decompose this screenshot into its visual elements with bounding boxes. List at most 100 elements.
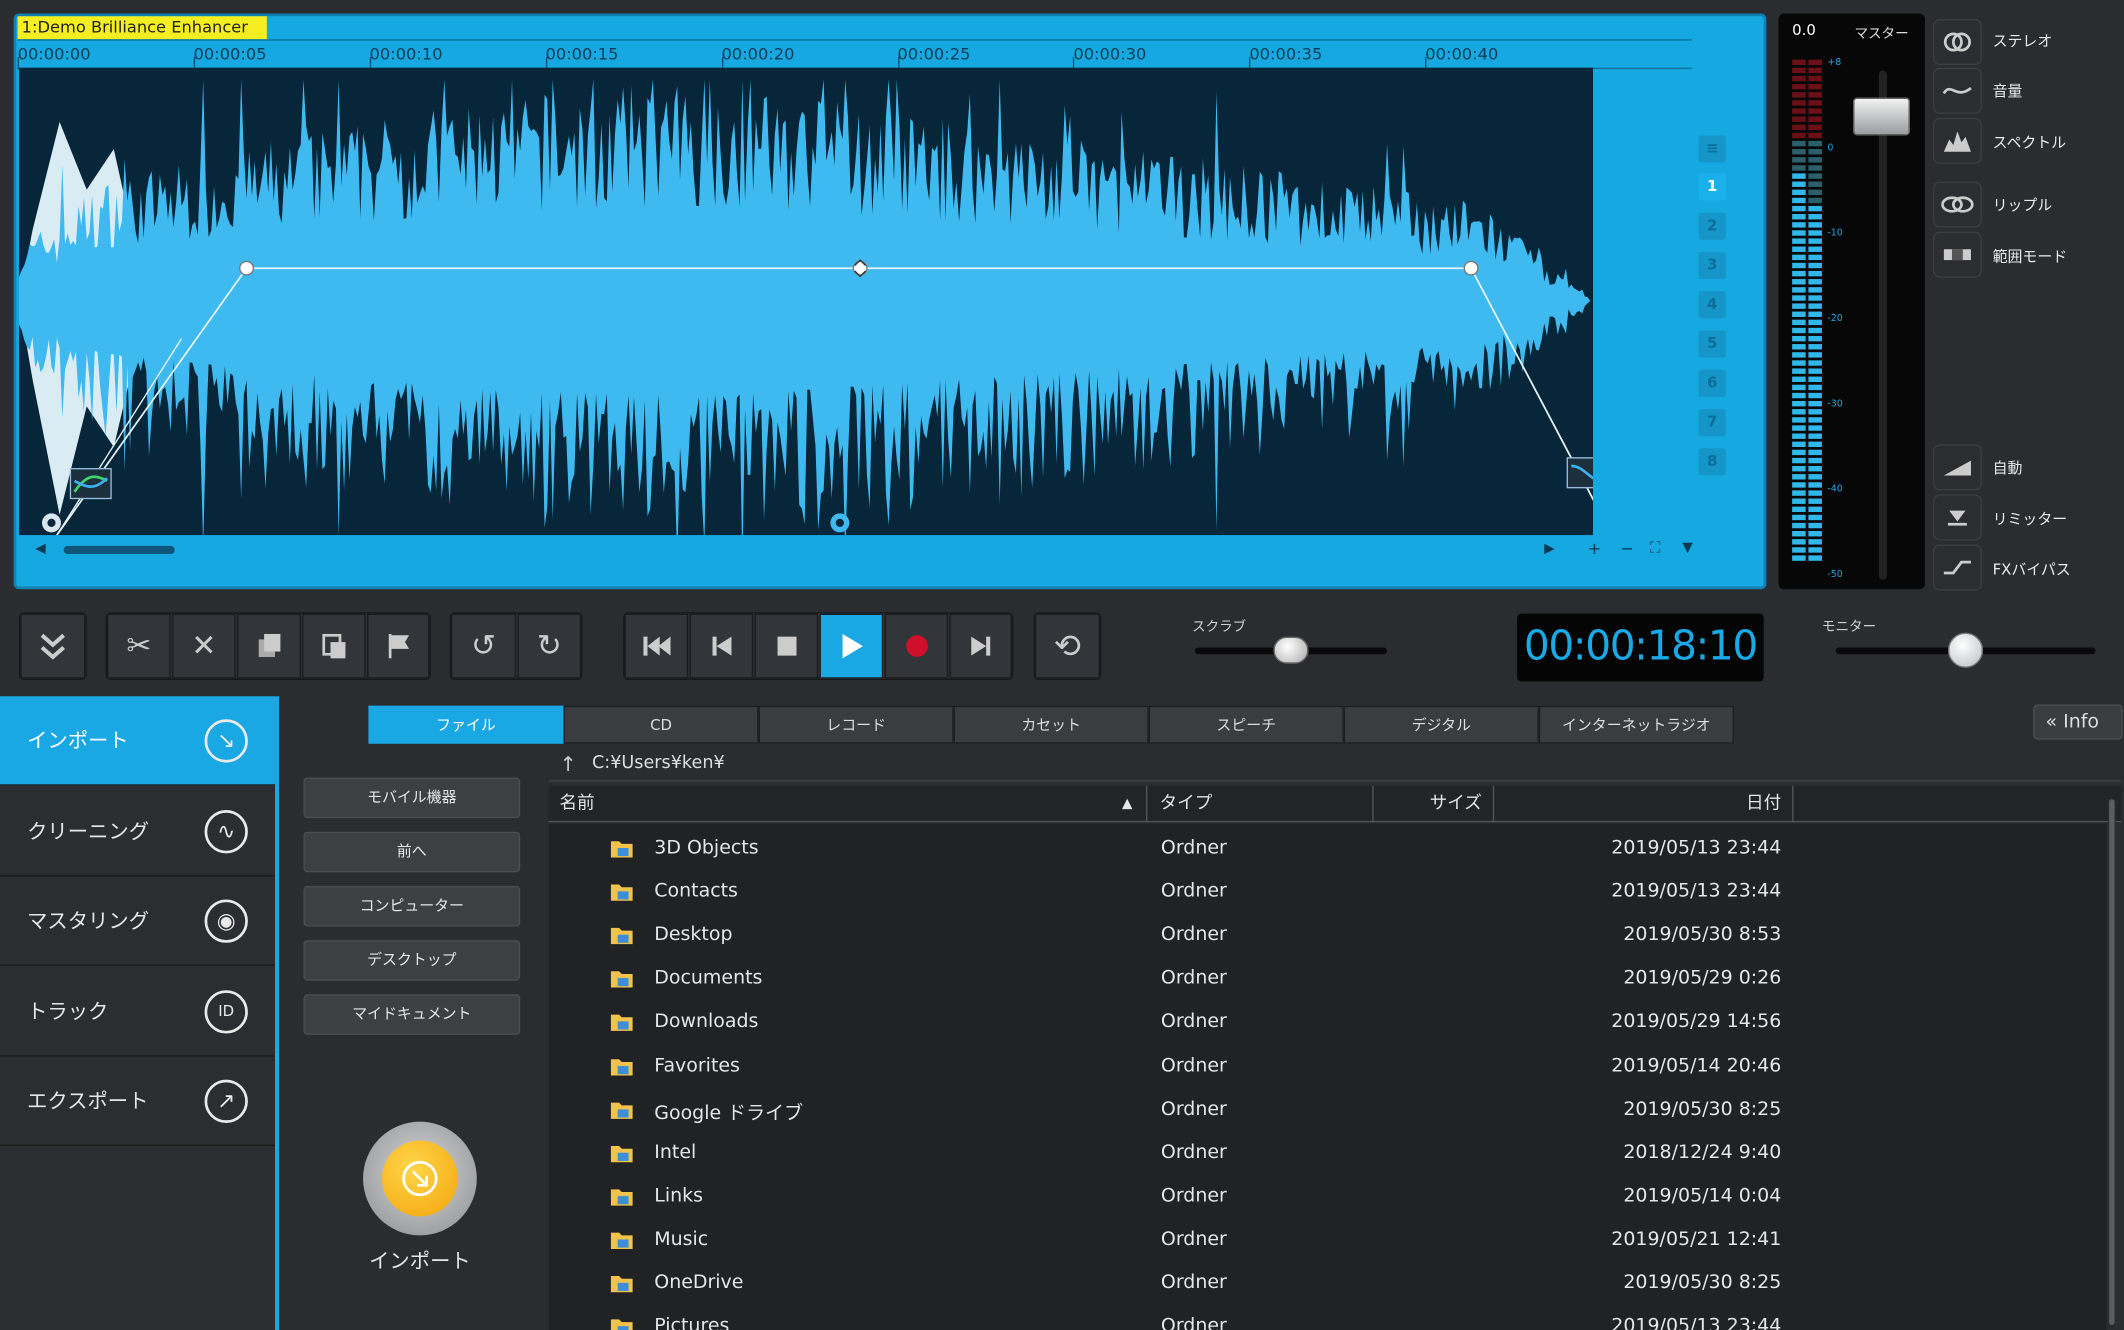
table-row[interactable]: Downloads Ordner 2019/05/29 14:56 (549, 1000, 2107, 1043)
zoom-in-icon[interactable]: + (1588, 539, 1602, 558)
range-mode-button[interactable] (1933, 231, 1982, 278)
volume-button[interactable] (1933, 67, 1982, 114)
fade-out-curve-icon[interactable] (1566, 457, 1594, 489)
tab-6[interactable]: インターネットラジオ (1538, 705, 1734, 744)
marker-button-6[interactable]: 6 (1698, 369, 1726, 397)
table-row[interactable]: Google ドライブ Ordner 2019/05/30 8:25 (549, 1087, 2107, 1130)
table-row[interactable]: 3D Objects Ordner 2019/05/13 23:44 (549, 826, 2107, 869)
horizontal-scrollbar[interactable]: ◀ ▶ + − ⛶ ▼ (19, 538, 1693, 562)
stereo-button[interactable] (1933, 18, 1982, 66)
marker-button-5[interactable]: 5 (1698, 330, 1726, 358)
nav-item-mastering[interactable]: マスタリング ◉ (0, 876, 275, 966)
marker-button-2[interactable]: 2 (1698, 212, 1726, 240)
file-list-scrollbar[interactable] (2107, 799, 2116, 1328)
file-date: 2019/05/29 0:26 (1623, 967, 1782, 990)
path-bar[interactable]: ↑ C:¥Users¥ken¥ (548, 746, 2122, 782)
delete-button[interactable]: ✕ (172, 613, 236, 679)
spectrum-button[interactable] (1933, 117, 1982, 164)
shortcut-button[interactable]: デスクトップ (303, 940, 521, 981)
tab-4[interactable]: スピーチ (1148, 705, 1344, 744)
zoom-out-icon[interactable]: − (1620, 539, 1634, 558)
table-row[interactable]: Pictures Ordner 2019/05/13 23:44 (549, 1305, 2107, 1330)
table-row[interactable]: Documents Ordner 2019/05/29 0:26 (549, 957, 2107, 1000)
app-window: 1:Demo Brilliance Enhancer 00:00:00 00:00… (0, 0, 2124, 1330)
file-list-scroll-thumb[interactable] (2109, 799, 2115, 1325)
fx-bypass-button[interactable] (1933, 544, 1982, 591)
previous-marker-button[interactable] (689, 613, 754, 679)
table-row[interactable]: Links Ordner 2019/05/14 0:04 (549, 1174, 2107, 1217)
table-row[interactable]: Intel Ordner 2018/12/24 9:40 (549, 1131, 2107, 1174)
import-action-button[interactable] (363, 1121, 477, 1236)
zoom-menu-chevron-icon[interactable]: ▼ (1682, 540, 1692, 555)
track-title[interactable]: 1:Demo Brilliance Enhancer (17, 16, 267, 40)
stop-button[interactable] (754, 613, 819, 679)
undo-button[interactable]: ↺ (451, 613, 517, 679)
copy-button[interactable] (237, 613, 301, 679)
column-date[interactable]: 日付 (1495, 785, 1794, 823)
nav-item-import[interactable]: インポート ↘ (0, 696, 275, 786)
column-size[interactable]: サイズ (1375, 785, 1495, 823)
tab-2[interactable]: レコード (758, 705, 954, 744)
shortcut-button[interactable]: コンピューター (303, 885, 521, 927)
shortcut-button[interactable]: 前へ (303, 831, 521, 873)
marker-button-7[interactable]: 7 (1698, 409, 1726, 437)
paste-button[interactable] (302, 613, 366, 679)
marker-button-4[interactable]: 4 (1698, 291, 1726, 319)
time-ruler[interactable]: 00:00:00 00:00:05 00:00:10 00:00:15 00:00:20… (17, 39, 1692, 70)
file-type: Ordner (1160, 967, 1227, 990)
play-button[interactable] (819, 613, 884, 679)
meter-segment-right (1808, 482, 1822, 488)
info-button[interactable]: « Info (2033, 704, 2123, 740)
table-row[interactable]: Desktop Ordner 2019/05/30 8:53 (549, 913, 2107, 956)
loop-button[interactable]: ⟲ (1034, 613, 1100, 679)
envelope-point-fade-in[interactable] (239, 260, 254, 276)
zoom-fit-icon[interactable]: ⛶ (1650, 539, 1660, 558)
cut-button[interactable]: ✂ (107, 613, 171, 679)
shortcut-button[interactable]: マイドキュメント (303, 994, 521, 1035)
monitor-volume-knob[interactable] (1947, 632, 1984, 668)
table-row[interactable]: OneDrive Ordner 2019/05/30 8:25 (549, 1261, 2107, 1304)
redo-button[interactable]: ↻ (517, 613, 582, 679)
table-row[interactable]: Favorites Ordner 2019/05/14 20:46 (549, 1044, 2107, 1087)
column-type[interactable]: タイプ (1149, 785, 1374, 823)
waveform-display[interactable] (18, 67, 1594, 536)
up-folder-icon[interactable]: ↑ (559, 746, 576, 781)
master-volume-fader[interactable] (1853, 97, 1910, 136)
clip-settings-gear-icon[interactable] (41, 513, 61, 533)
scroll-left-icon[interactable]: ◀ (35, 542, 45, 557)
play-icon (841, 633, 863, 659)
tab-1[interactable]: CD (563, 705, 759, 744)
marker-button-3[interactable]: 3 (1698, 251, 1726, 280)
fade-in-curve-icon[interactable] (69, 468, 112, 500)
column-name[interactable]: 名前 ▲ (549, 785, 1148, 823)
meter-segment-left (1792, 254, 1806, 261)
meter-segment-right (1808, 279, 1822, 285)
go-to-start-button[interactable] (624, 613, 689, 679)
scroll-thumb[interactable] (63, 545, 175, 555)
tab-3[interactable]: カセット (953, 705, 1149, 744)
meter-segment-right (1808, 384, 1822, 391)
ripple-button[interactable] (1933, 181, 1982, 228)
marker-button-8[interactable]: 8 (1698, 448, 1726, 476)
marker-list-button[interactable]: ≡ (1698, 135, 1726, 163)
scroll-right-icon[interactable]: ▶ (1544, 542, 1554, 557)
table-row[interactable]: Music Ordner 2019/05/21 12:41 (549, 1218, 2107, 1261)
collapse-button[interactable] (20, 613, 86, 679)
effect-gear-icon[interactable] (830, 513, 850, 533)
auto-button[interactable] (1933, 444, 1982, 491)
table-row[interactable]: Contacts Ordner 2019/05/13 23:44 (549, 870, 2107, 913)
record-button[interactable] (884, 613, 949, 679)
nav-item-export[interactable]: エクスポート ↗ (0, 1057, 275, 1146)
nav-item-cleaning[interactable]: クリーニング ∿ (0, 786, 275, 876)
marker-flag-button[interactable] (367, 613, 430, 679)
limiter-button[interactable] (1933, 494, 1982, 541)
envelope-point-fade-out[interactable] (1463, 260, 1479, 276)
shortcut-button[interactable]: モバイル機器 (303, 777, 521, 819)
tab-5[interactable]: デジタル (1343, 705, 1539, 744)
tab-0[interactable]: ファイル (368, 705, 564, 744)
marker-button-1[interactable]: 1 (1698, 173, 1726, 201)
next-marker-button[interactable] (949, 613, 1012, 679)
envelope-center-handle[interactable] (852, 259, 868, 278)
nav-item-track-id[interactable]: トラック ID (0, 967, 275, 1056)
scrub-knob[interactable] (1273, 636, 1309, 664)
